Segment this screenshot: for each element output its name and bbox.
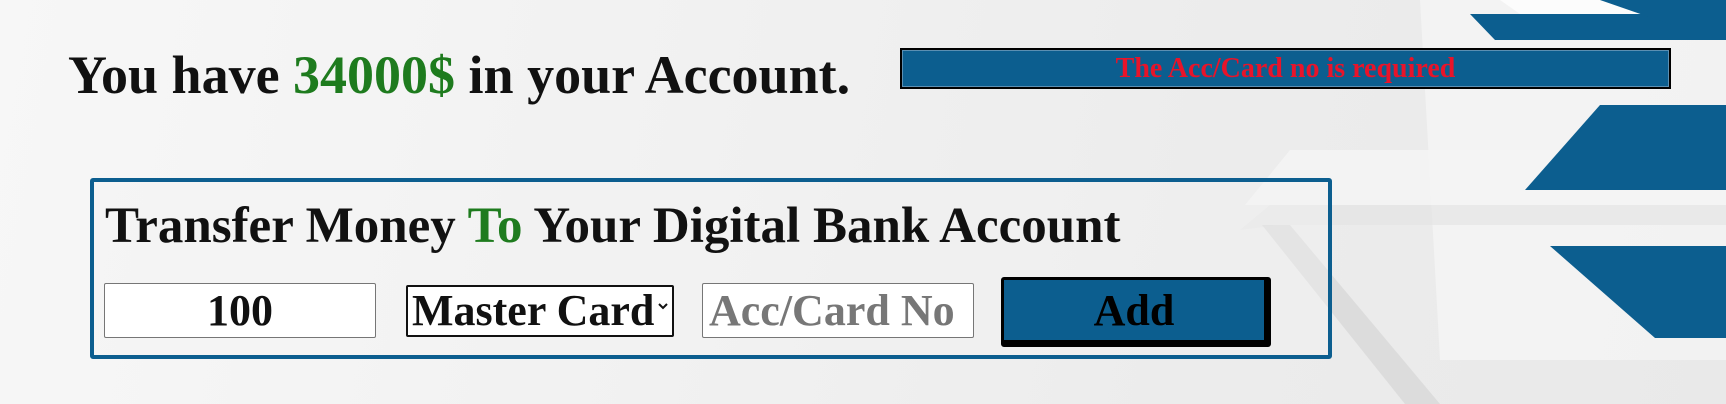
transfer-title: Transfer Money To Your Digital Bank Acco… (105, 194, 1120, 258)
account-balance-text: You have 34000$ in your Account. (68, 40, 850, 110)
chevron-down-icon (658, 303, 668, 310)
card-type-select[interactable]: Master Card (406, 285, 674, 337)
title-highlight: To (467, 198, 523, 254)
amount-input[interactable] (104, 283, 376, 338)
title-part-1: Transfer Money (105, 198, 456, 254)
balance-prefix: You have (68, 45, 280, 105)
add-button[interactable]: Add (1001, 277, 1271, 347)
card-type-selected-value: Master Card (412, 286, 655, 335)
acc-card-number-input[interactable] (702, 283, 974, 338)
error-message: The Acc/Card no is required (900, 48, 1671, 89)
title-part-2: Your Digital Bank Account (533, 198, 1121, 254)
transfer-form: Transfer Money To Your Digital Bank Acco… (90, 178, 1332, 359)
balance-amount: 34000$ (293, 45, 456, 105)
balance-suffix: in your Account. (468, 45, 851, 105)
